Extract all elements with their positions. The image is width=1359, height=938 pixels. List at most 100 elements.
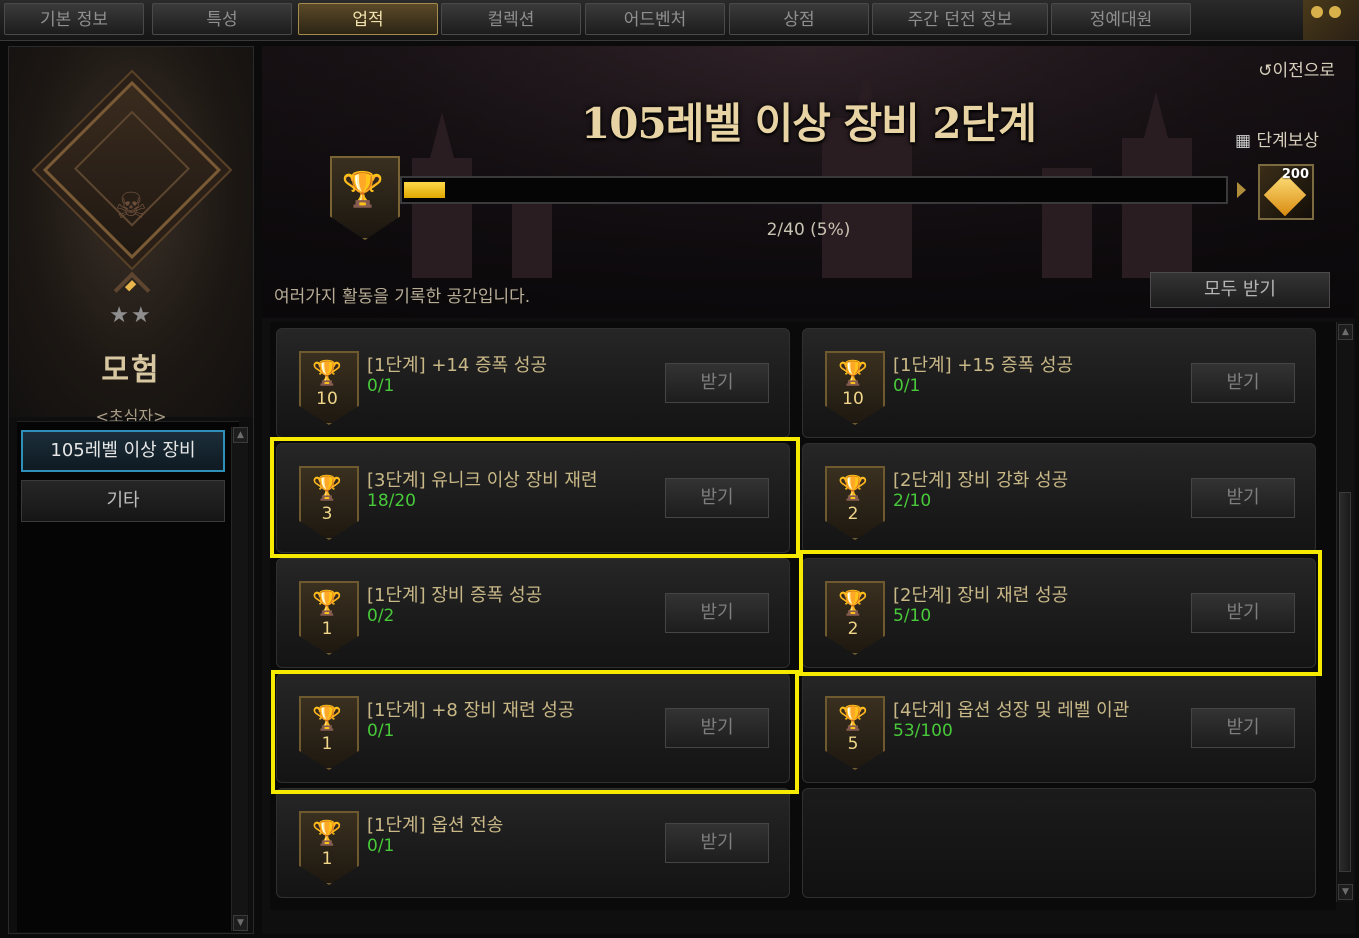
scroll-down-icon[interactable]: ▼ xyxy=(1338,884,1353,900)
stage-reward-item[interactable]: 200 xyxy=(1258,164,1314,220)
tab-elite-members[interactable]: 정예대원 xyxy=(1051,3,1191,35)
achievement-title: [2단계] 장비 재련 성공 xyxy=(893,585,1069,606)
achievement-badge: 🏆 1 xyxy=(299,581,359,655)
category-other[interactable]: 기타 xyxy=(21,480,225,522)
achievement-progress: 0/1 xyxy=(367,376,395,396)
page-title: 105레벨 이상 장비 2단계 xyxy=(581,99,1037,148)
achievement-title: [4단계] 옵션 성장 및 레벨 이관 xyxy=(893,700,1130,721)
achievement-progress: 53/100 xyxy=(893,721,953,741)
achievement-points: 2 xyxy=(847,504,859,524)
achievement-progress: 5/10 xyxy=(893,606,932,626)
achievement-points: 10 xyxy=(842,389,864,409)
achievement-card: 🏆 2 [2단계] 장비 강화 성공 2/10 받기 xyxy=(802,443,1316,553)
achievement-title: [1단계] +14 증폭 성공 xyxy=(367,355,548,376)
achievement-points: 1 xyxy=(321,849,333,869)
achievement-progress: 0/1 xyxy=(367,836,395,856)
achievement-points: 2 xyxy=(847,619,859,639)
achievement-card: 🏆 1 [1단계] 옵션 전송 0/1 받기 xyxy=(276,788,790,898)
claim-button[interactable]: 받기 xyxy=(665,593,769,633)
claim-button[interactable]: 받기 xyxy=(665,478,769,518)
empty-achievement-slot xyxy=(802,788,1316,898)
rank-name: 모험 xyxy=(101,353,161,388)
corner-decoration xyxy=(1303,0,1359,40)
achievement-progress: 2/10 xyxy=(893,491,932,511)
tab-traits[interactable]: 특성 xyxy=(152,3,292,35)
achievement-points: 3 xyxy=(321,504,333,524)
achievement-badge: 🏆 3 xyxy=(299,466,359,540)
category-list: 105레벨 이상 장비 기타 xyxy=(17,421,239,932)
achievement-card: 🏆 10 [1단계] +15 증폭 성공 0/1 받기 xyxy=(802,328,1316,438)
achievement-list: 🏆 10 [1단계] +14 증폭 성공 0/1 받기 🏆 10 [1단계] +… xyxy=(270,322,1354,910)
achievement-card: 🏆 1 [1단계] +8 장비 재련 성공 0/1 받기 xyxy=(276,673,790,783)
achievement-badge: 🏆 1 xyxy=(299,696,359,770)
achievement-title: [1단계] +8 장비 재련 성공 xyxy=(367,700,575,721)
progress-text: 2/40 (5%) xyxy=(766,220,851,240)
trophy-icon: 🏆 xyxy=(838,359,868,387)
achievement-points: 5 xyxy=(847,734,859,754)
achievement-points: 1 xyxy=(321,734,333,754)
scroll-down-icon[interactable]: ▼ xyxy=(233,915,248,931)
back-button[interactable]: ↺이전으로 xyxy=(1258,56,1335,81)
achievement-card: 🏆 3 [3단계] 유니크 이상 장비 재련 18/20 받기 xyxy=(276,443,790,553)
achievement-badge: 🏆 2 xyxy=(825,466,885,540)
achievement-progress: 0/1 xyxy=(893,376,921,396)
achievement-card: 🏆 2 [2단계] 장비 재련 성공 5/10 받기 xyxy=(802,558,1316,668)
achievement-badge: 🏆 2 xyxy=(825,581,885,655)
rank-emblem-icon xyxy=(42,80,222,260)
tab-achievements[interactable]: 업적 xyxy=(298,3,438,35)
left-panel: ☠ ★★ 모험 <초심자> 1% 105레벨 이상 장비 기타 ▲ ▼ xyxy=(8,46,254,934)
rank-stars: ★★ xyxy=(109,303,153,328)
back-arrow-icon: ↺ xyxy=(1258,61,1273,81)
demon-skull-icon: ☠ xyxy=(114,186,148,227)
tab-shop[interactable]: 상점 xyxy=(729,3,869,35)
claim-button[interactable]: 받기 xyxy=(1191,363,1295,403)
back-label: 이전으로 xyxy=(1272,61,1335,81)
tab-weekly-dungeon[interactable]: 주간 던전 정보 xyxy=(872,3,1048,35)
claim-button[interactable]: 받기 xyxy=(665,823,769,863)
achievement-card: 🏆 10 [1단계] +14 증폭 성공 0/1 받기 xyxy=(276,328,790,438)
tab-bar: 기본 정보 특성 업적 컬렉션 어드벤처 상점 주간 던전 정보 정예대원 xyxy=(0,0,1359,41)
stage-progress-fill xyxy=(404,182,445,198)
tab-basic-info[interactable]: 기본 정보 xyxy=(4,3,144,35)
trophy-icon: 🏆 xyxy=(312,474,342,502)
category-105-equipment[interactable]: 105레벨 이상 장비 xyxy=(21,430,225,472)
achievement-progress: 0/1 xyxy=(367,721,395,741)
achievement-card: 🏆 1 [1단계] 장비 증폭 성공 0/2 받기 xyxy=(276,558,790,668)
achievement-points: 10 xyxy=(316,389,338,409)
stage-progress-bar xyxy=(400,176,1228,204)
achievement-points: 1 xyxy=(321,619,333,639)
trophy-icon: 🏆 xyxy=(838,474,868,502)
page-description: 여러가지 활동을 기록한 공간입니다. xyxy=(274,287,531,307)
achievement-progress: 0/2 xyxy=(367,606,395,626)
tab-collection[interactable]: 컬렉션 xyxy=(441,3,581,35)
rank-display: ☠ ★★ 모험 <초심자> 1% xyxy=(9,47,253,454)
trophy-icon: 🏆 xyxy=(312,704,342,732)
scroll-up-icon[interactable]: ▲ xyxy=(233,427,248,443)
main-panel: ↺이전으로 105레벨 이상 장비 2단계 ▦ 단계보상 🏆 200 2/40 … xyxy=(262,46,1355,934)
achievement-badge: 🏆 10 xyxy=(825,351,885,425)
achievement-title: [1단계] +15 증폭 성공 xyxy=(893,355,1074,376)
stage-reward-label: 단계보상 xyxy=(1256,131,1319,151)
trophy-icon: 🏆 xyxy=(838,704,868,732)
achievement-badge: 🏆 1 xyxy=(299,811,359,885)
scroll-up-icon[interactable]: ▲ xyxy=(1338,324,1353,340)
achievement-badge: 🏆 10 xyxy=(299,351,359,425)
claim-button[interactable]: 받기 xyxy=(665,708,769,748)
achievement-banner: ↺이전으로 105레벨 이상 장비 2단계 ▦ 단계보상 🏆 200 2/40 … xyxy=(262,46,1355,318)
scrollbar-thumb[interactable] xyxy=(1339,492,1351,872)
stage-reward-label-wrap: ▦ 단계보상 xyxy=(1235,126,1319,151)
trophy-icon: 🏆 xyxy=(312,589,342,617)
claim-button[interactable]: 받기 xyxy=(1191,593,1295,633)
achievement-scrollbar[interactable]: ▲ ▼ xyxy=(1336,322,1354,902)
claim-button[interactable]: 받기 xyxy=(665,363,769,403)
achievement-title: [2단계] 장비 강화 성공 xyxy=(893,470,1069,491)
tab-adventure[interactable]: 어드벤처 xyxy=(585,3,725,35)
claim-button[interactable]: 받기 xyxy=(1191,478,1295,518)
claim-button[interactable]: 받기 xyxy=(1191,708,1295,748)
trophy-icon: 🏆 xyxy=(341,170,385,210)
claim-all-button[interactable]: 모두 받기 xyxy=(1150,272,1330,308)
gift-icon: ▦ xyxy=(1234,131,1252,151)
achievement-progress: 18/20 xyxy=(367,491,416,511)
category-scrollbar[interactable]: ▲ ▼ xyxy=(231,427,248,931)
achievement-title: [1단계] 옵션 전송 xyxy=(367,815,504,836)
